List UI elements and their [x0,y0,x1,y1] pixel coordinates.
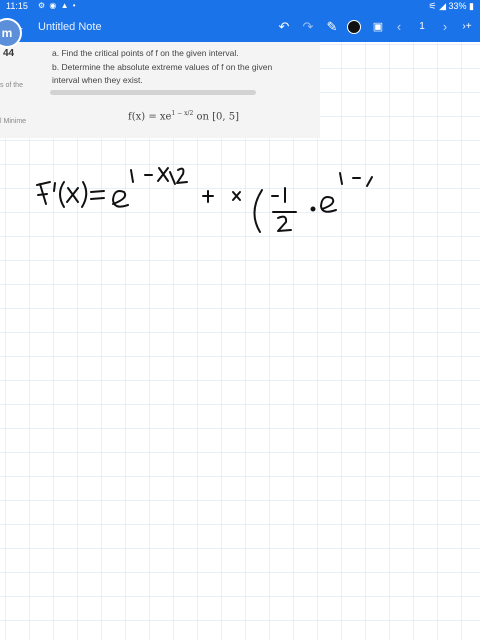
pen-icon[interactable]: ✎ [322,17,342,37]
function-formula: f(x) = xe1 − x/2 on [0, 5] [128,110,239,122]
question-part-b: b. Determine the absolute extreme values… [52,62,273,72]
problem-number: 44 [3,48,15,59]
color-swatch-icon[interactable] [347,20,361,34]
status-time: 11:15 [6,1,28,11]
side-text: l Minime [0,118,27,125]
scroll-indicator[interactable] [50,90,256,95]
chevron-left-icon[interactable]: ‹ [392,17,406,37]
side-text: s of the [0,82,23,89]
redo-icon[interactable]: ↷ [298,17,318,37]
question-part-a: a. Find the critical points of f on the … [52,48,239,58]
status-bar: 11:15 ⚙ ◉ ▲ • ⚟ ◢ 33% ▮ [0,0,480,12]
question-part-b-continued: interval when they exist. [52,75,143,85]
undo-icon[interactable]: ↶ [274,17,294,37]
page-number: 1 [419,21,425,32]
battery-percent: 33% [448,1,467,11]
note-title[interactable]: Untitled Note [38,12,102,42]
app-bar: ← Untitled Note ↶ ↷ ✎ ▣ ‹ 1 › ›+ [0,12,480,42]
add-page-icon[interactable]: ›+ [458,17,476,37]
notification-icons: ⚙ ◉ ▲ • [38,1,77,10]
formula-rhs: on [0, 5] [193,111,240,123]
image-icon[interactable]: ▣ [368,17,388,37]
chevron-right-icon[interactable]: › [438,17,452,37]
formula-exponent: 1 − x/2 [171,110,194,117]
formula-lhs: f(x) = xe [128,111,172,123]
status-battery: ⚟ ◢ 33% ▮ [428,1,474,11]
